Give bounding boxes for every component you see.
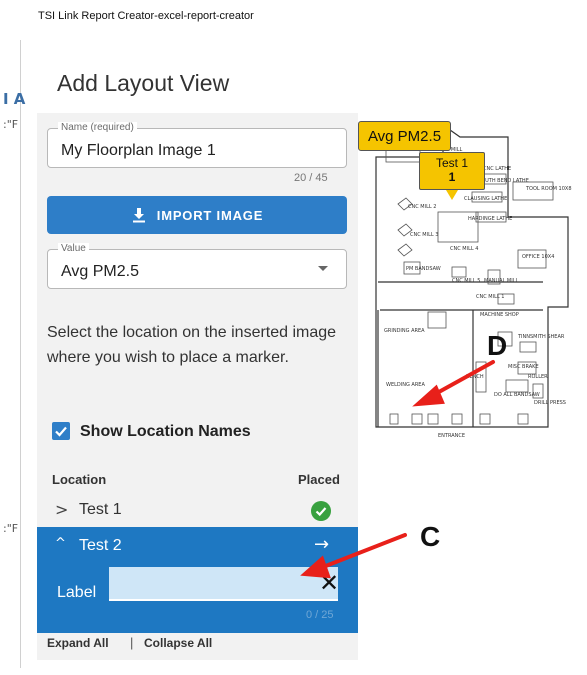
- floorplan-marker-avg-pm25[interactable]: Avg PM2.5: [358, 121, 451, 151]
- chevron-right-icon[interactable]: >: [55, 500, 68, 519]
- location-row-name[interactable]: Test 2: [79, 537, 122, 555]
- background-text-fragment: :"F: [3, 522, 19, 535]
- floorplan-room-label: ENTRANCE: [438, 433, 465, 439]
- window-title: TSI Link Report Creator-excel-report-cre…: [38, 10, 254, 22]
- floorplan-room-label: CNC MILL 5: [452, 278, 480, 284]
- checkmark-icon: [55, 426, 67, 437]
- floorplan-room-label: TOOL ROOM 10X8: [525, 186, 572, 192]
- import-image-button[interactable]: IMPORT IMAGE: [47, 196, 347, 234]
- label-input[interactable]: [109, 567, 338, 601]
- floorplan-room-label: HARDINGE LATHE: [468, 216, 512, 222]
- download-icon: [131, 207, 147, 223]
- floorplan-room-label: CNC LATHE: [483, 166, 511, 172]
- column-header-placed: Placed: [298, 472, 340, 487]
- name-character-counter: 20 / 45: [294, 172, 328, 184]
- value-select-selected: Avg PM2.5: [61, 263, 139, 280]
- floorplan-room-label: CNC MILL 1: [476, 294, 504, 300]
- chevron-up-icon[interactable]: ^: [55, 536, 66, 551]
- background-text-fragment: I A: [3, 90, 26, 108]
- clear-icon[interactable]: ✕: [319, 569, 339, 597]
- floorplan-room-label: TINNSMITH SHEAR: [517, 334, 565, 340]
- instructions-text: Select the location on the inserted imag…: [47, 324, 337, 366]
- annotation-callout-c: C: [420, 521, 441, 552]
- link-separator: |: [130, 635, 134, 650]
- floorplan-room-label: CLAUSING LATHE: [464, 196, 507, 202]
- floorplan-room-label: WELDING AREA: [386, 382, 425, 388]
- collapse-all-link[interactable]: Collapse All: [144, 636, 212, 650]
- name-field-value[interactable]: My Floorplan Image 1: [61, 142, 216, 160]
- floorplan-marker-test1[interactable]: Test 1 1: [419, 152, 485, 190]
- floorplan-room-label: OFFICE 10X4: [522, 254, 554, 260]
- label-character-counter: 0 / 25: [306, 609, 334, 621]
- marker-name: Test 1: [435, 156, 468, 170]
- floorplan-room-label: MISC BRAKE: [508, 364, 539, 370]
- chevron-down-icon[interactable]: [318, 266, 328, 271]
- floorplan-room-label: CNC MILL 3: [410, 232, 438, 238]
- check-circle-icon: [311, 501, 331, 521]
- floorplan-room-label: DRILL PRESS: [534, 400, 566, 406]
- location-row-name[interactable]: Test 1: [79, 501, 122, 519]
- annotation-callout-d: D: [487, 330, 508, 361]
- marker-pointer: [446, 190, 458, 200]
- arrow-right-icon[interactable]: →: [314, 534, 329, 555]
- show-location-names-label[interactable]: Show Location Names: [80, 423, 251, 441]
- floorplan-room-label: MACHINE SHOP: [480, 312, 519, 318]
- background-window-edge: [20, 40, 21, 668]
- dialog-title: Add Layout View: [57, 70, 230, 96]
- label-field-caption: Label: [57, 584, 97, 601]
- floorplan-room-label: ROLLER: [528, 374, 548, 380]
- value-select-label: Value: [58, 243, 89, 255]
- floorplan-room-label: DO ALL BANDSAW: [494, 392, 540, 398]
- import-image-label: IMPORT IMAGE: [156, 207, 264, 223]
- floorplan-room-label: CNC MILL 4: [450, 246, 478, 252]
- floorplan-room-label: CNC MILL 2: [408, 204, 436, 210]
- floorplan-room-label: GRINDING AREA: [384, 328, 425, 334]
- expand-all-link[interactable]: Expand All: [47, 636, 109, 650]
- floorplan-room-label: SOUTH BEND LATHE: [478, 178, 529, 184]
- floorplan-room-label: PM BANDSAW: [406, 266, 441, 272]
- column-header-location: Location: [52, 472, 107, 487]
- name-field-label: Name (required): [58, 122, 137, 134]
- name-field[interactable]: Name (required) My Floorplan Image 1: [47, 122, 347, 168]
- floorplan-room-label: BENCH: [466, 374, 484, 380]
- floorplan-room-label: MANUAL MILL: [484, 278, 519, 284]
- background-text-fragment: :"F: [3, 118, 19, 131]
- value-select[interactable]: Value Avg PM2.5: [47, 243, 347, 289]
- show-location-names-checkbox[interactable]: [52, 422, 70, 440]
- marker-value: 1: [448, 170, 456, 184]
